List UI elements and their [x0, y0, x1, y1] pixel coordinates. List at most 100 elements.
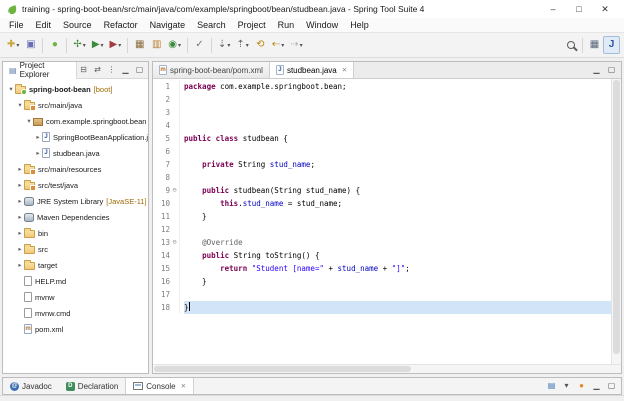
code-line[interactable]: 18}	[153, 301, 611, 314]
code-line[interactable]: 1 package com.example.springboot.bean;	[153, 80, 611, 93]
fold-marker-icon[interactable]: ⊖	[170, 236, 180, 249]
expand-twistie-icon[interactable]: ▸	[16, 245, 24, 253]
horizontal-scrollbar[interactable]	[153, 364, 621, 373]
line-number[interactable]: 3	[153, 106, 170, 119]
java-perspective-button[interactable]: J	[603, 36, 620, 54]
menu-navigate[interactable]: Navigate	[144, 19, 192, 31]
line-number[interactable]: 12	[153, 223, 170, 236]
code-line[interactable]: 12	[153, 223, 611, 236]
maximize-button[interactable]: □	[566, 4, 592, 15]
close-view-icon[interactable]: ✕	[181, 382, 186, 390]
line-number[interactable]: 13	[153, 236, 170, 249]
line-number[interactable]: 7	[153, 158, 170, 171]
collapse-all-button[interactable]: ⊟	[77, 64, 90, 77]
view-tab-console[interactable]: Console ✕	[125, 378, 195, 394]
maximize-view-button[interactable]: ▢	[133, 64, 146, 77]
code-line[interactable]: 5 public class studbean {	[153, 132, 611, 145]
vertical-scrollbar[interactable]	[611, 79, 621, 364]
menu-run[interactable]: Run	[272, 19, 301, 31]
code-line[interactable]: 15 return "Student [name=" + stud_name +…	[153, 262, 611, 275]
expand-twistie-icon[interactable]: ▸	[34, 149, 42, 157]
line-number[interactable]: 18	[153, 301, 170, 314]
project-explorer-tab[interactable]: ▤ Project Explorer	[3, 61, 77, 79]
code-line[interactable]: 9 ⊖ public studbean(String stud_name) {	[153, 184, 611, 197]
menu-file[interactable]: File	[3, 19, 30, 31]
fold-marker-icon[interactable]: ⊖	[170, 184, 180, 197]
menu-search[interactable]: Search	[191, 19, 232, 31]
expand-twistie-icon[interactable]: ▸	[16, 181, 24, 189]
editor-tab-spring-boot-bean-pom-xml[interactable]: m spring-boot-bean/pom.xml	[153, 62, 270, 78]
tree-item-bin[interactable]: ▸ bin	[3, 225, 148, 241]
menu-edit[interactable]: Edit	[30, 19, 58, 31]
tree-item-src-main-resources[interactable]: ▸ src/main/resources	[3, 161, 148, 177]
tree-item-springbootbeanapplication-java[interactable]: ▸JSpringBootBeanApplication.java	[3, 129, 148, 145]
close-tab-icon[interactable]: ✕	[342, 66, 347, 74]
line-number[interactable]: 11	[153, 210, 170, 223]
link-with-editor-button[interactable]: ⇄	[91, 64, 104, 77]
collapse-twistie-icon[interactable]: ▾	[25, 117, 33, 125]
line-number[interactable]: 16	[153, 275, 170, 288]
expand-twistie-icon[interactable]: ▸	[16, 197, 24, 205]
maximize-editor-button[interactable]: ▢	[605, 64, 618, 77]
expand-twistie-icon[interactable]: ▸	[16, 261, 24, 269]
tree-item-src-test-java[interactable]: ▸ src/test/java	[3, 177, 148, 193]
tree-item-mvnw[interactable]: mvnw	[3, 289, 148, 305]
menu-project[interactable]: Project	[232, 19, 272, 31]
code-line[interactable]: 8	[153, 171, 611, 184]
new-wizard-button[interactable]: ✚ ▾	[4, 36, 22, 54]
collapse-twistie-icon[interactable]: ▾	[16, 101, 24, 109]
line-number[interactable]: 15	[153, 262, 170, 275]
code-line[interactable]: 17	[153, 288, 611, 301]
tree-item-help-md[interactable]: HELP.md	[3, 273, 148, 289]
new-package-button[interactable]: ▥	[148, 36, 165, 54]
search-button[interactable]	[562, 36, 579, 54]
code-line[interactable]: 6	[153, 145, 611, 158]
tree-item-jre-system-library[interactable]: ▸ JRE System Library [JavaSE-11]	[3, 193, 148, 209]
previous-annotation-button[interactable]: ⇡ ▾	[233, 36, 251, 54]
code-line[interactable]: 7 private String stud_name;	[153, 158, 611, 171]
save-button[interactable]: ▣	[22, 36, 39, 54]
code-line[interactable]: 14 public String toString() {	[153, 249, 611, 262]
open-perspective-button[interactable]: ▦	[586, 36, 603, 54]
line-number[interactable]: 6	[153, 145, 170, 158]
tree-item-studbean-java[interactable]: ▸ Jstudbean.java	[3, 145, 148, 161]
line-number[interactable]: 9	[153, 184, 170, 197]
code-line[interactable]: 10 this.stud_name = stud_name;	[153, 197, 611, 210]
tree-item-maven-dependencies[interactable]: ▸ Maven Dependencies	[3, 209, 148, 225]
boot-dashboard-button[interactable]: ●	[46, 36, 63, 54]
menu-source[interactable]: Source	[57, 19, 98, 31]
menu-window[interactable]: Window	[300, 19, 344, 31]
forward-button[interactable]: ⇢ ▾	[287, 36, 305, 54]
tree-item-mvnw-cmd[interactable]: mvnw.cmd	[3, 305, 148, 321]
coverage-button[interactable]: ▶ ▾	[107, 36, 125, 54]
view-tab-declaration[interactable]: D Declaration	[59, 378, 125, 394]
back-button[interactable]: ⇠ ▾	[269, 36, 287, 54]
tree-item-target[interactable]: ▸ target	[3, 257, 148, 273]
line-number[interactable]: 4	[153, 119, 170, 132]
debug-button[interactable]: ✢ ▾	[70, 36, 88, 54]
editor-tab-studbean-java[interactable]: Jstudbean.java ✕	[269, 62, 355, 78]
expand-twistie-icon[interactable]: ▸	[16, 165, 24, 173]
expand-twistie-icon[interactable]: ▸	[16, 229, 24, 237]
console-menu-button[interactable]: ▾	[560, 380, 573, 393]
line-number[interactable]: 8	[153, 171, 170, 184]
notification-button[interactable]: ●	[575, 380, 588, 393]
view-tab-javadoc[interactable]: @ Javadoc	[3, 378, 59, 394]
minimize-panel-button[interactable]: ▁	[590, 380, 603, 393]
menu-refactor[interactable]: Refactor	[98, 19, 144, 31]
code-line[interactable]: 16 }	[153, 275, 611, 288]
line-number[interactable]: 1	[153, 80, 170, 93]
code-line[interactable]: 4	[153, 119, 611, 132]
new-java-project-button[interactable]: ▦	[131, 36, 148, 54]
tree-item-pom-xml[interactable]: m pom.xml	[3, 321, 148, 337]
menu-help[interactable]: Help	[344, 19, 375, 31]
line-number[interactable]: 10	[153, 197, 170, 210]
minimize-editor-button[interactable]: ▁	[590, 64, 603, 77]
code-line[interactable]: 13 ⊖ @Override	[153, 236, 611, 249]
next-annotation-button[interactable]: ⇣ ▾	[215, 36, 233, 54]
code-line[interactable]: 11 }	[153, 210, 611, 223]
horizontal-scrollbar-thumb[interactable]	[154, 366, 412, 372]
new-class-button[interactable]: ◉ ▾	[165, 36, 184, 54]
last-edit-location-button[interactable]: ⟲	[252, 36, 269, 54]
collapse-twistie-icon[interactable]: ▾	[7, 85, 15, 93]
